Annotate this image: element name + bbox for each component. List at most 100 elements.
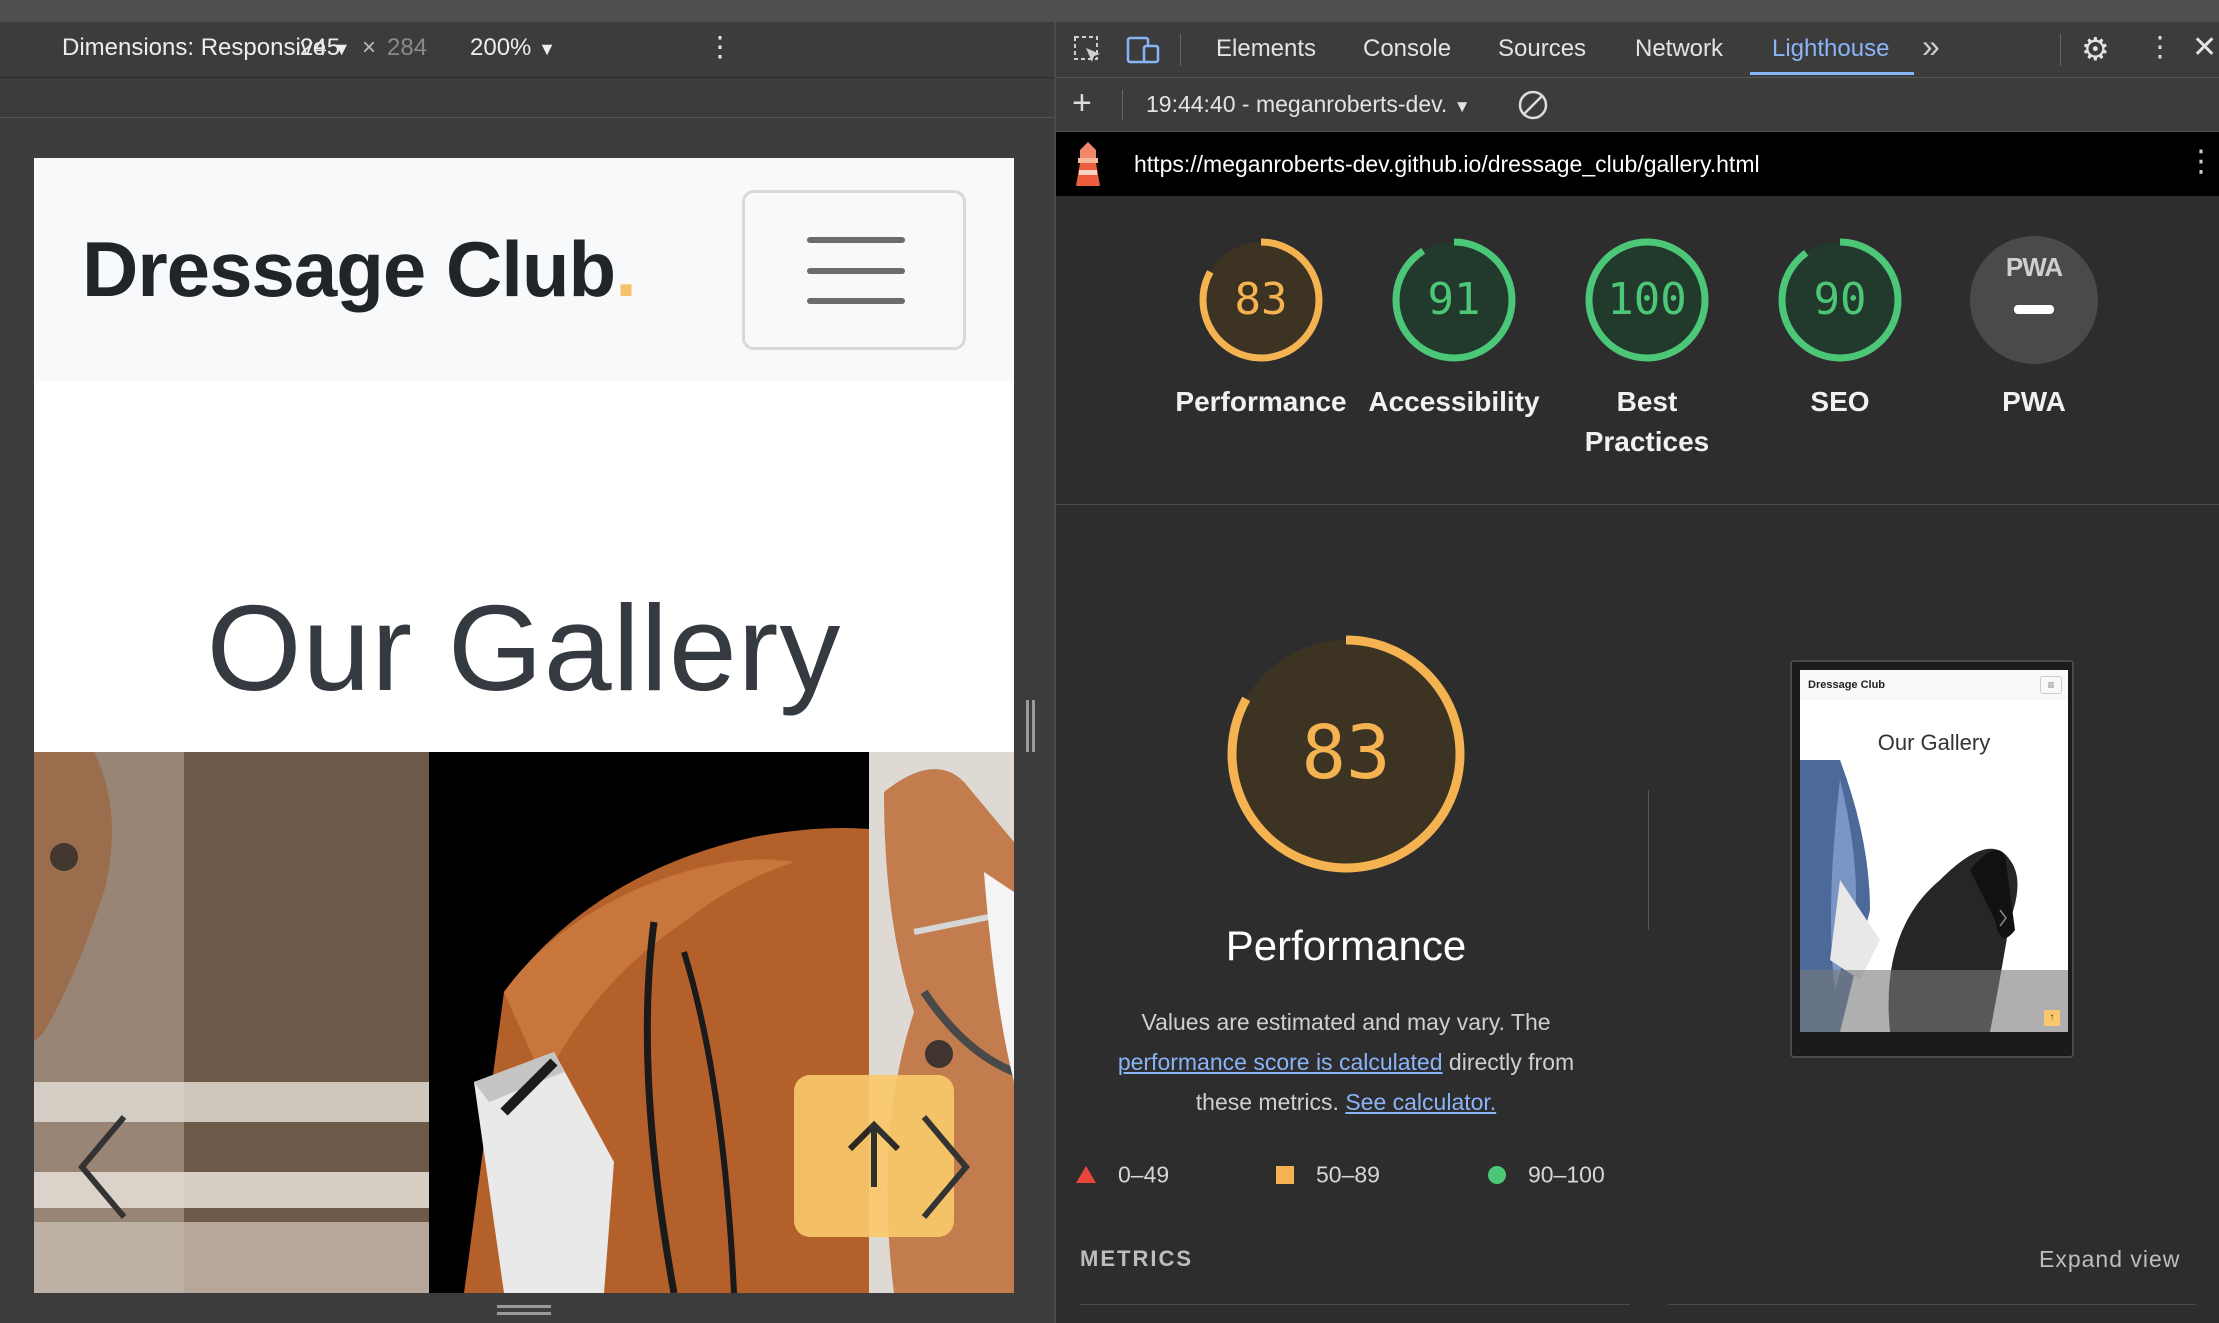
column-divider — [1648, 790, 1649, 930]
lighthouse-logo-icon — [1076, 142, 1100, 186]
score-value: 83 — [1234, 274, 1288, 325]
report-selector[interactable]: 19:44:40 - meganroberts-dev. ▼ — [1146, 91, 1471, 118]
triangle-icon — [1076, 1166, 1096, 1184]
swap-dimensions-button[interactable]: × — [362, 34, 376, 62]
site-navbar: Dressage Club. — [34, 158, 1014, 381]
report-url-bar: https://meganroberts-dev.github.io/dress… — [1056, 132, 2219, 196]
score-value: 90 — [1813, 274, 1867, 325]
screenshot-image — [1800, 760, 2068, 1032]
hamburger-line — [807, 268, 905, 274]
more-tabs-icon[interactable]: » — [1922, 28, 1940, 65]
settings-gear-icon[interactable]: ⚙ — [2081, 30, 2110, 68]
see-calculator-link[interactable]: See calculator. — [1345, 1089, 1496, 1115]
screenshot-top-button: ↑ — [2044, 1010, 2060, 1026]
more-options-icon[interactable]: ⋮ — [706, 30, 734, 63]
pwa-badge-text: PWA — [2005, 252, 2063, 282]
hamburger-line — [807, 298, 905, 304]
score-value: 100 — [1607, 274, 1687, 325]
circle-icon — [1488, 1165, 1506, 1184]
zoom-label: 200% — [470, 34, 532, 61]
tab-elements[interactable]: Elements — [1216, 35, 1316, 63]
metrics-divider — [1080, 1304, 1630, 1305]
screenshot-page: Dressage Club ≡ Our Gallery ↑ — [1800, 670, 2068, 1032]
score-value: 91 — [1427, 274, 1481, 325]
score-gauge-best[interactable]: 100 — [1581, 234, 1713, 366]
expand-view-toggle[interactable]: Expand view — [2039, 1246, 2180, 1273]
report-menu-icon[interactable]: ⋮ — [2186, 144, 2216, 179]
performance-big-gauge: 83 — [1224, 632, 1468, 876]
performance-big-score: 83 — [1301, 710, 1391, 796]
legend-item: 0–49 — [1076, 1160, 1169, 1188]
score-label: Accessibility — [1364, 382, 1544, 422]
note-text-3: these metrics. — [1195, 1089, 1339, 1115]
performance-note: Values are estimated and may vary. The p… — [1056, 1002, 1636, 1122]
note-line-1: Values are estimated and may vary. The — [1141, 1009, 1551, 1035]
note-line-2: performance score is calculated directly… — [1056, 1042, 1636, 1082]
hamburger-line — [807, 237, 905, 243]
section-divider — [1056, 504, 2219, 505]
height-input[interactable]: 284 — [387, 34, 427, 62]
devtools-tab-bar: Elements Console Sources Network Lightho… — [1056, 22, 2219, 78]
report-url[interactable]: https://meganroberts-dev.github.io/dress… — [1134, 151, 1760, 178]
score-gauge-performance[interactable]: 83 — [1195, 234, 1327, 366]
tab-sources[interactable]: Sources — [1498, 35, 1586, 63]
brand-text: Dressage Club — [82, 225, 616, 313]
caret-down-icon: ▼ — [1453, 97, 1471, 116]
score-gauge-pwa[interactable]: PWA — [1968, 234, 2100, 366]
score-label: Performance — [1171, 382, 1351, 422]
score-label-line: Practices — [1584, 426, 1710, 457]
new-report-icon[interactable]: + — [1072, 84, 1092, 123]
score-gauge-accessibility[interactable]: 91 — [1388, 234, 1520, 366]
caret-down-icon: ▼ — [538, 39, 556, 59]
screenshot-brand: Dressage Club — [1808, 679, 1886, 691]
site-brand[interactable]: Dressage Club. — [82, 224, 637, 315]
clear-report-icon[interactable] — [1516, 88, 1550, 122]
brand-dot: . — [615, 225, 637, 313]
width-input[interactable]: 245 — [300, 34, 340, 62]
score-label-line: PWA — [2002, 386, 2066, 417]
performance-heading: Performance — [1225, 922, 1467, 969]
score-label-line: Accessibility — [1368, 386, 1540, 417]
final-screenshot[interactable]: Dressage Club ≡ Our Gallery ↑ — [1790, 660, 2074, 1058]
toolbar-divider — [2060, 34, 2061, 66]
inspect-element-icon[interactable] — [1072, 34, 1104, 66]
window-top-strip — [0, 0, 2219, 22]
square-icon — [1276, 1165, 1294, 1184]
note-text-2: directly from — [1448, 1049, 1575, 1075]
carousel-next-button[interactable] — [914, 1112, 974, 1222]
lighthouse-report: 83 Performance 91 Accessibility 100 Best Pract… — [1056, 196, 2219, 1323]
chevron-right-icon — [921, 1115, 970, 1219]
tab-console[interactable]: Console — [1363, 35, 1451, 63]
active-tab-indicator — [1750, 72, 1914, 75]
score-label: PWA — [1944, 382, 2124, 422]
lighthouse-toolbar: + 19:44:40 - meganroberts-dev. ▼ — [1056, 78, 2219, 132]
image-carousel — [34, 752, 1014, 1293]
navbar-toggler-button[interactable] — [742, 190, 966, 350]
emulated-page: Dressage Club. Our Gallery — [34, 158, 1014, 1293]
screenshot-title: Our Gallery — [1877, 730, 1991, 755]
toolbar-divider — [1122, 90, 1123, 120]
resize-handle-right[interactable] — [1026, 700, 1036, 752]
score-label-line: SEO — [1810, 386, 1870, 417]
device-toggle-icon[interactable] — [1126, 34, 1162, 66]
zoom-dropdown[interactable]: 200% ▼ — [470, 34, 556, 62]
performance-score-link[interactable]: performance score is calculated — [1118, 1049, 1443, 1075]
note-line-3: these metrics. See calculator. — [1056, 1082, 1636, 1122]
legend-range: 90–100 — [1528, 1161, 1605, 1188]
score-label-line: Best — [1616, 386, 1678, 417]
score-label-line: Performance — [1175, 386, 1347, 417]
chevron-left-icon — [78, 1115, 127, 1219]
screenshot-menu-icon: ≡ — [2040, 676, 2062, 694]
legend-range: 50–89 — [1316, 1161, 1380, 1188]
resize-handle-bottom[interactable] — [497, 1305, 551, 1315]
close-devtools-icon[interactable]: ✕ — [2192, 30, 2217, 65]
carousel-prev-button[interactable] — [74, 1112, 134, 1222]
devtools-menu-icon[interactable]: ⋮ — [2146, 30, 2174, 63]
tab-network[interactable]: Network — [1635, 35, 1723, 63]
metrics-heading: METRICS — [1080, 1246, 1193, 1271]
legend-item: 50–89 — [1276, 1160, 1380, 1188]
report-selector-label: 19:44:40 - meganroberts-dev. — [1146, 91, 1448, 117]
device-toolbar: Dimensions: Responsive ▼ 245 × 284 200% … — [0, 22, 1054, 78]
tab-lighthouse[interactable]: Lighthouse — [1772, 35, 1889, 63]
score-gauge-seo[interactable]: 90 — [1774, 234, 1906, 366]
